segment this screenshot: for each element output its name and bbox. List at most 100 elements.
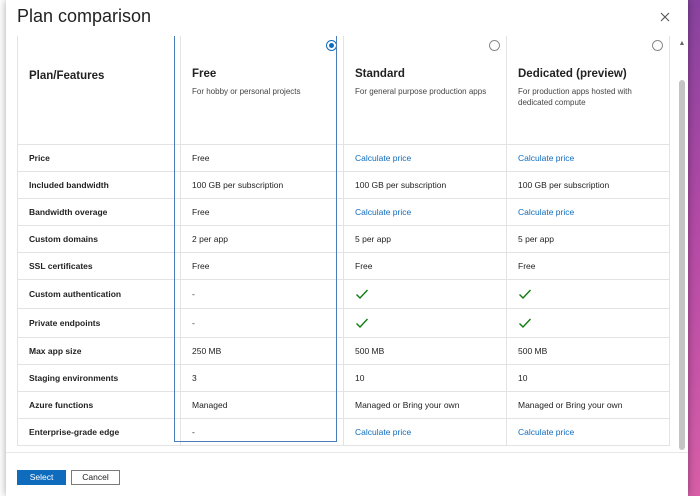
calculate-price-link[interactable]: Calculate price — [518, 153, 574, 163]
feature-name: Enterprise-grade edge — [17, 417, 181, 446]
table-row: Price Free Calculate price Calculate price — [17, 143, 670, 172]
dialog-footer: Select Cancel — [6, 452, 688, 496]
feature-value: 100 GB per subscription — [506, 170, 670, 199]
plan-comparison-table: Plan/Features Free For hobby or personal… — [17, 36, 670, 446]
table-row: Private endpoints - — [17, 307, 670, 338]
feature-value: Free — [180, 143, 344, 172]
plan-table-scroll-area[interactable]: Plan/Features Free For hobby or personal… — [6, 36, 688, 452]
feature-name: Staging environments — [17, 363, 181, 392]
calculate-price-link[interactable]: Calculate price — [518, 427, 574, 437]
plan-features-header: Plan/Features — [17, 36, 181, 145]
feature-value — [343, 307, 507, 338]
plan-name: Free — [192, 68, 217, 80]
radio-button-icon[interactable] — [489, 40, 500, 51]
feature-value: Calculate price — [506, 143, 670, 172]
feature-value: Managed or Bring your own — [343, 390, 507, 419]
feature-name: Custom domains — [17, 224, 181, 253]
feature-value-text: 5 per app — [518, 233, 554, 244]
feature-value: 5 per app — [343, 224, 507, 253]
feature-value: - — [180, 417, 344, 446]
plan-column-standard[interactable]: Standard For general purpose production … — [343, 36, 507, 145]
feature-value: 10 — [506, 363, 670, 392]
feature-value: 10 — [343, 363, 507, 392]
scroll-up-icon[interactable]: ▲ — [678, 40, 686, 48]
feature-value-text: Managed or Bring your own — [355, 399, 460, 410]
feature-value-text: - — [192, 288, 195, 299]
plan-column-dedicated[interactable]: Dedicated (preview) For production apps … — [506, 36, 670, 145]
feature-value-text: Free — [355, 260, 373, 271]
feature-name: Bandwidth overage — [17, 197, 181, 226]
feature-value: Managed — [180, 390, 344, 419]
plan-comparison-dialog: Plan comparison Plan/Features Free For h… — [6, 0, 688, 496]
feature-value: Calculate price — [343, 143, 507, 172]
table-row: Bandwidth overage Free Calculate price Calc… — [17, 197, 670, 226]
feature-value-text: 500 MB — [355, 345, 385, 356]
close-button[interactable] — [656, 8, 674, 26]
feature-value — [506, 307, 670, 338]
checkmark-icon — [519, 289, 532, 299]
feature-value: Free — [343, 251, 507, 280]
table-row: Staging environments 3 10 10 — [17, 363, 670, 392]
calculate-price-link[interactable]: Calculate price — [355, 153, 411, 163]
checkmark-icon — [356, 318, 369, 328]
feature-value-text: Free — [192, 206, 210, 217]
feature-name: Included bandwidth — [17, 170, 181, 199]
feature-value — [506, 278, 670, 309]
feature-name: Max app size — [17, 336, 181, 365]
feature-value: Calculate price — [343, 417, 507, 446]
close-icon — [660, 12, 670, 22]
scrollbar-thumb[interactable] — [679, 80, 685, 450]
feature-value: 250 MB — [180, 336, 344, 365]
feature-value: 100 GB per subscription — [343, 170, 507, 199]
calculate-price-link[interactable]: Calculate price — [355, 427, 411, 437]
feature-value-text: 100 GB per subscription — [192, 179, 284, 190]
table-row: Enterprise-grade edge - Calculate price Cal… — [17, 417, 670, 446]
feature-value-text: 100 GB per subscription — [518, 179, 610, 190]
feature-value-text: 100 GB per subscription — [355, 179, 447, 190]
feature-value-text: 10 — [355, 372, 365, 383]
feature-value: 500 MB — [506, 336, 670, 365]
feature-value-text: 10 — [518, 372, 528, 383]
plan-column-free[interactable]: Free For hobby or personal projects — [180, 36, 344, 145]
feature-value-text: 500 MB — [518, 345, 548, 356]
feature-value: - — [180, 307, 344, 338]
checkmark-icon — [356, 289, 369, 299]
feature-value-text: 3 — [192, 372, 197, 383]
plan-features-label: Plan/Features — [29, 70, 105, 82]
table-row: Custom authentication - — [17, 278, 670, 309]
feature-value-text: Free — [192, 152, 210, 163]
table-row: Included bandwidth 100 GB per subscriptio… — [17, 170, 670, 199]
cancel-button[interactable]: Cancel — [71, 470, 120, 485]
feature-value: Free — [180, 197, 344, 226]
feature-value-text: 5 per app — [355, 233, 391, 244]
table-row: Custom domains 2 per app 5 per app 5 per ap… — [17, 224, 670, 253]
feature-value: Calculate price — [343, 197, 507, 226]
feature-value-text: Free — [192, 260, 210, 271]
feature-value-text: - — [192, 317, 195, 328]
feature-value — [343, 278, 507, 309]
feature-value: Calculate price — [506, 417, 670, 446]
select-button[interactable]: Select — [17, 470, 66, 485]
feature-value: Managed or Bring your own — [506, 390, 670, 419]
plan-name: Standard — [355, 68, 405, 80]
scrollbar[interactable]: ▲ — [678, 40, 686, 450]
radio-button-icon[interactable] — [326, 40, 337, 51]
feature-name: Custom authentication — [17, 278, 181, 309]
feature-value: 100 GB per subscription — [180, 170, 344, 199]
feature-value: - — [180, 278, 344, 309]
feature-value: 2 per app — [180, 224, 344, 253]
feature-value-text: Free — [518, 260, 536, 271]
calculate-price-link[interactable]: Calculate price — [518, 207, 574, 217]
feature-value-text: Managed — [192, 399, 228, 410]
plan-description: For production apps hosted with dedicate… — [518, 87, 632, 107]
feature-value: Calculate price — [506, 197, 670, 226]
calculate-price-link[interactable]: Calculate price — [355, 207, 411, 217]
checkmark-icon — [519, 318, 532, 328]
radio-button-icon[interactable] — [652, 40, 663, 51]
feature-name: Private endpoints — [17, 307, 181, 338]
feature-name: Price — [17, 143, 181, 172]
plan-description: For hobby or personal projects — [192, 87, 301, 96]
plan-name: Dedicated (preview) — [518, 68, 627, 80]
feature-value-text: 2 per app — [192, 233, 228, 244]
table-row: Azure functions Managed Managed or Bring y… — [17, 390, 670, 419]
